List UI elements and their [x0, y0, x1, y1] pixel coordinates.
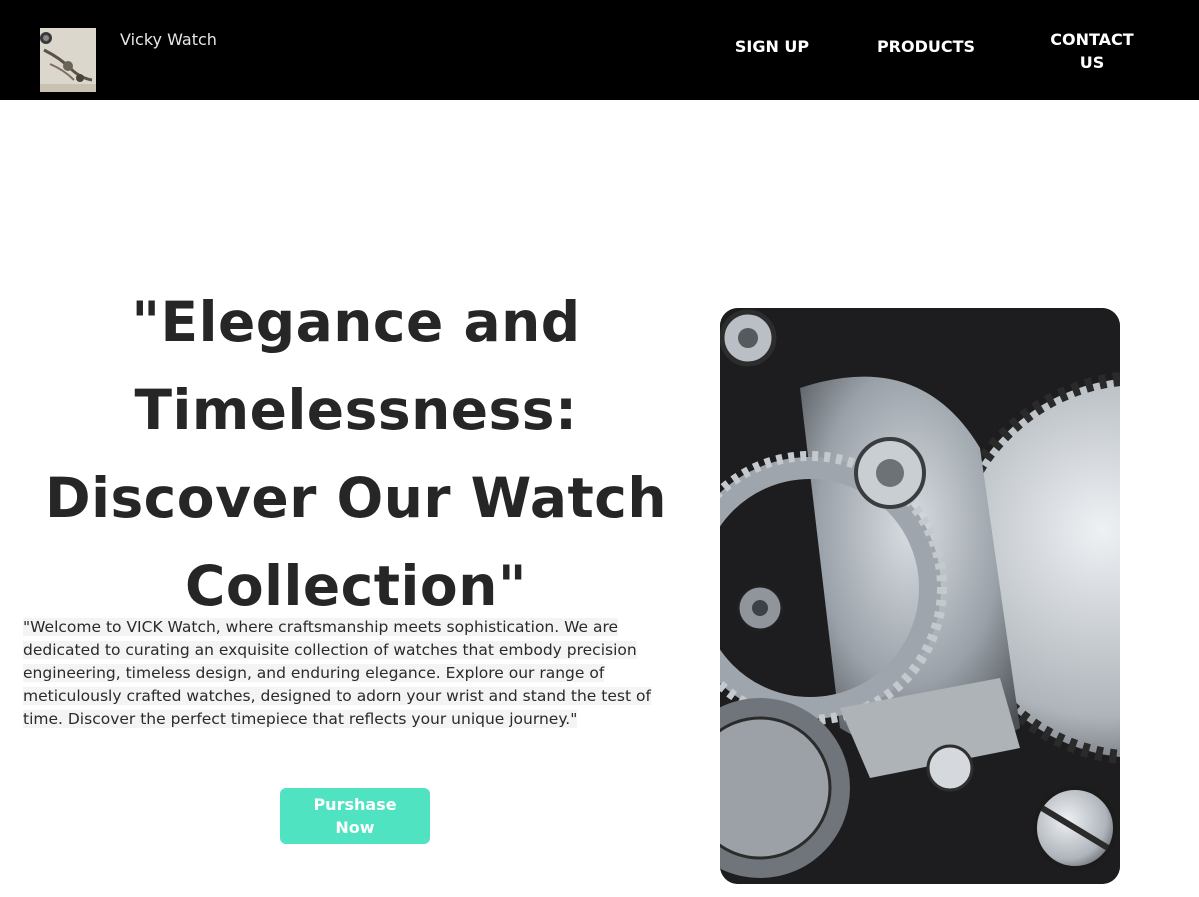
nav-sign-up-link[interactable]: SIGN UP: [722, 35, 822, 58]
brand-name: Vicky Watch: [120, 30, 217, 49]
nav-contact-us-link[interactable]: CONTACT US: [1042, 28, 1142, 74]
hero-description-text: "Welcome to VICK Watch, where craftsmans…: [23, 618, 651, 728]
purchase-now-button[interactable]: Purshase Now: [280, 788, 430, 844]
hero-title: "Elegance and Timelessness: Discover Our…: [44, 290, 668, 618]
navbar: Vicky Watch SIGN UP PRODUCTS CONTACT US: [0, 0, 1199, 100]
watch-logo-icon[interactable]: [40, 28, 96, 92]
nav-products-link[interactable]: PRODUCTS: [866, 35, 986, 58]
hero-description: "Welcome to VICK Watch, where craftsmans…: [23, 616, 673, 731]
watch-gears-image: [720, 308, 1120, 884]
